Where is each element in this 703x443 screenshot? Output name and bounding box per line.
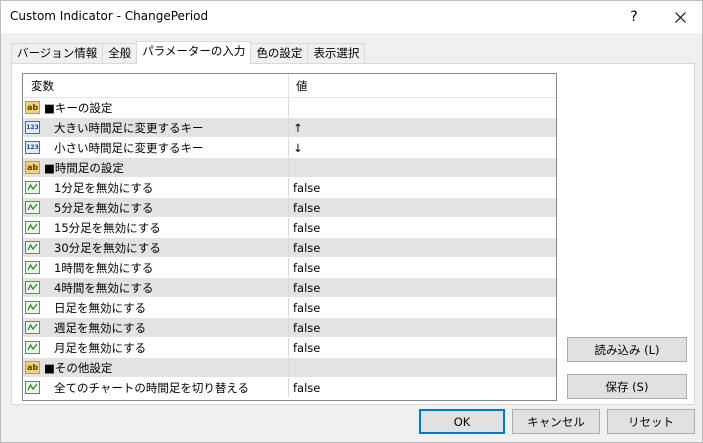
tab-parameters[interactable]: パラメーターの入力 xyxy=(136,41,252,64)
variable-label: ■キーの設定 xyxy=(44,100,113,115)
boolean-icon xyxy=(25,381,40,394)
table-row[interactable]: 15分足を無効にする false xyxy=(23,218,556,238)
number-icon: 123 xyxy=(25,141,40,154)
value-cell[interactable]: false xyxy=(289,218,556,237)
grid-rows: ab ■キーの設定 123 大きい時間足に変更するキー ↑ 123 小さい時間足に変更するキ… xyxy=(23,98,556,398)
value-cell[interactable]: false xyxy=(289,378,556,397)
close-button[interactable] xyxy=(657,1,703,33)
variable-label: 1時間を無効にする xyxy=(54,260,154,275)
reset-button[interactable]: リセット xyxy=(607,409,695,434)
variable-label: 大きい時間足に変更するキー xyxy=(54,120,204,135)
value-cell[interactable]: ↑ xyxy=(289,118,556,137)
value-cell[interactable]: false xyxy=(289,318,556,337)
variable-label: 全てのチャートの時間足を切り替える xyxy=(54,380,250,395)
variable-cell: 123 小さい時間足に変更するキー xyxy=(23,138,289,157)
variable-label: 日足を無効にする xyxy=(54,300,147,315)
boolean-icon xyxy=(25,221,40,234)
variable-label: ■その他設定 xyxy=(44,360,113,375)
variable-cell: 全てのチャートの時間足を切り替える xyxy=(23,378,289,397)
variable-label: 30分足を無効にする xyxy=(54,240,161,255)
ab-icon: ab xyxy=(25,361,40,374)
boolean-icon xyxy=(25,321,40,334)
variable-cell: 週足を無効にする xyxy=(23,318,289,337)
close-icon xyxy=(674,11,686,23)
value-cell[interactable]: false xyxy=(289,298,556,317)
variable-label: 5分足を無効にする xyxy=(54,200,154,215)
tab-version-info[interactable]: バージョン情報 xyxy=(11,43,104,64)
boolean-icon xyxy=(25,281,40,294)
save-button[interactable]: 保存 (S) xyxy=(567,374,687,399)
table-row[interactable]: 週足を無効にする false xyxy=(23,318,556,338)
column-header-variable[interactable]: 変数 xyxy=(23,74,289,97)
variable-cell: 5分足を無効にする xyxy=(23,198,289,217)
value-cell[interactable]: false xyxy=(289,198,556,217)
value-cell[interactable] xyxy=(289,358,556,377)
value-cell[interactable]: ↓ xyxy=(289,138,556,157)
value-cell[interactable]: false xyxy=(289,338,556,357)
load-button[interactable]: 読み込み (L) xyxy=(567,337,687,362)
parameters-panel: 変数 値 ab ■キーの設定 123 大きい時間足に変更するキー ↑ 123 小さい時間足に… xyxy=(11,63,695,405)
value-cell[interactable] xyxy=(289,158,556,177)
boolean-icon xyxy=(25,241,40,254)
variable-cell: 15分足を無効にする xyxy=(23,218,289,237)
table-row[interactable]: 4時間を無効にする false xyxy=(23,278,556,298)
value-cell[interactable]: false xyxy=(289,238,556,257)
boolean-icon xyxy=(25,261,40,274)
boolean-icon xyxy=(25,341,40,354)
help-button[interactable]: ? xyxy=(611,1,657,33)
boolean-icon xyxy=(25,201,40,214)
table-row[interactable]: ab ■時間足の設定 xyxy=(23,158,556,178)
value-cell[interactable]: false xyxy=(289,278,556,297)
ab-icon: ab xyxy=(25,161,40,174)
table-row[interactable]: 123 小さい時間足に変更するキー ↓ xyxy=(23,138,556,158)
window-title: Custom Indicator - ChangePeriod xyxy=(10,9,209,23)
table-row[interactable]: 1分足を無効にする false xyxy=(23,178,556,198)
variable-cell: ab ■キーの設定 xyxy=(23,98,289,117)
variable-cell: 月足を無効にする xyxy=(23,338,289,357)
table-row[interactable]: ab ■キーの設定 xyxy=(23,98,556,118)
table-row[interactable]: 全てのチャートの時間足を切り替える false xyxy=(23,378,556,398)
table-row[interactable]: 30分足を無効にする false xyxy=(23,238,556,258)
table-row[interactable]: ab ■その他設定 xyxy=(23,358,556,378)
variable-cell: 日足を無効にする xyxy=(23,298,289,317)
variable-label: 週足を無効にする xyxy=(54,320,147,335)
variable-label: 4時間を無効にする xyxy=(54,280,154,295)
table-row[interactable]: 1時間を無効にする false xyxy=(23,258,556,278)
tab-visualization[interactable]: 表示選択 xyxy=(307,43,366,64)
tab-general[interactable]: 全般 xyxy=(102,43,138,64)
boolean-icon xyxy=(25,301,40,314)
dialog-window: Custom Indicator - ChangePeriod ? バージョン情… xyxy=(0,0,703,443)
ok-button[interactable]: OK xyxy=(419,409,505,434)
table-row[interactable]: 5分足を無効にする false xyxy=(23,198,556,218)
variable-cell: 4時間を無効にする xyxy=(23,278,289,297)
table-row[interactable]: 123 大きい時間足に変更するキー ↑ xyxy=(23,118,556,138)
parameters-grid: 変数 値 ab ■キーの設定 123 大きい時間足に変更するキー ↑ 123 小さい時間足に… xyxy=(22,73,557,401)
table-row[interactable]: 月足を無効にする false xyxy=(23,338,556,358)
boolean-icon xyxy=(25,181,40,194)
value-cell[interactable]: false xyxy=(289,178,556,197)
value-cell[interactable]: false xyxy=(289,258,556,277)
number-icon: 123 xyxy=(25,121,40,134)
table-row[interactable]: 日足を無効にする false xyxy=(23,298,556,318)
column-header-value[interactable]: 値 xyxy=(289,74,556,97)
variable-cell: 1分足を無効にする xyxy=(23,178,289,197)
variable-cell: ab ■時間足の設定 xyxy=(23,158,289,177)
variable-cell: 1時間を無効にする xyxy=(23,258,289,277)
grid-header: 変数 値 xyxy=(23,74,556,98)
variable-cell: 123 大きい時間足に変更するキー xyxy=(23,118,289,137)
variable-label: 15分足を無効にする xyxy=(54,220,161,235)
tab-strip: バージョン情報 全般 パラメーターの入力 色の設定 表示選択 xyxy=(11,41,366,64)
value-cell[interactable] xyxy=(289,98,556,117)
variable-label: ■時間足の設定 xyxy=(44,160,124,175)
cancel-button[interactable]: キャンセル xyxy=(512,409,600,434)
variable-cell: ab ■その他設定 xyxy=(23,358,289,377)
variable-label: 小さい時間足に変更するキー xyxy=(54,140,204,155)
variable-cell: 30分足を無効にする xyxy=(23,238,289,257)
title-bar: Custom Indicator - ChangePeriod ? xyxy=(1,1,702,33)
ab-icon: ab xyxy=(25,101,40,114)
variable-label: 1分足を無効にする xyxy=(54,180,154,195)
variable-label: 月足を無効にする xyxy=(54,340,147,355)
tab-colors[interactable]: 色の設定 xyxy=(250,43,309,64)
